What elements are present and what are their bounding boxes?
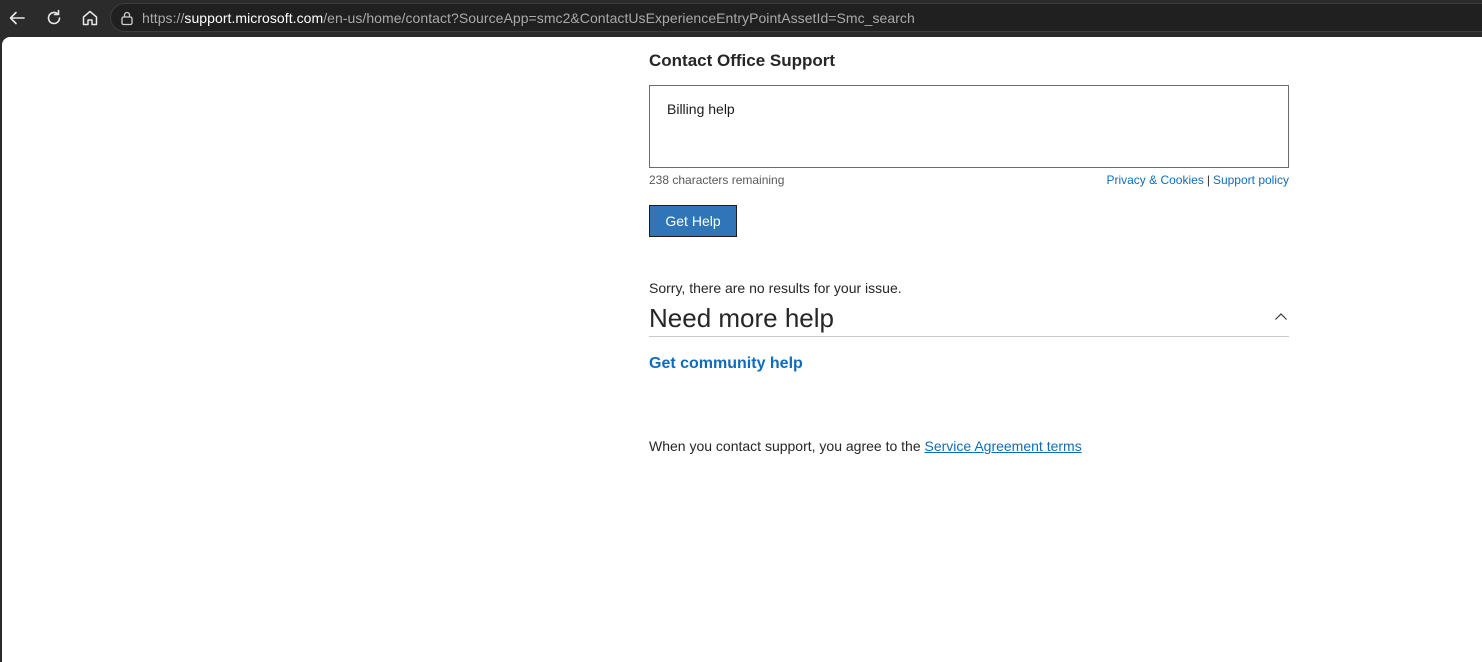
get-help-button[interactable]: Get Help: [649, 205, 737, 237]
need-more-help-title: Need more help: [649, 303, 834, 333]
no-results-message: Sorry, there are no results for your iss…: [649, 280, 902, 296]
url-host: support.microsoft.com: [184, 10, 324, 26]
back-button[interactable]: [4, 5, 30, 31]
issue-textbox[interactable]: Billing help: [649, 85, 1289, 168]
community-help-link[interactable]: Get community help: [649, 355, 803, 373]
service-agreement-notice: When you contact support, you agree to t…: [649, 438, 1082, 454]
address-bar[interactable]: https://support.microsoft.com/en-us/home…: [110, 3, 1482, 32]
home-button[interactable]: [77, 5, 103, 31]
page-title: Contact Office Support: [649, 51, 836, 70]
policy-links: Privacy & Cookies | Support policy: [1106, 173, 1289, 187]
support-policy-link[interactable]: Support policy: [1213, 173, 1289, 187]
privacy-cookies-link[interactable]: Privacy & Cookies: [1106, 173, 1203, 187]
need-more-help-section[interactable]: Need more help: [649, 303, 1289, 337]
url-scheme: https://: [142, 10, 185, 26]
back-arrow-icon: [9, 11, 25, 25]
service-agreement-link[interactable]: Service Agreement terms: [925, 438, 1082, 454]
issue-text: Billing help: [667, 101, 735, 117]
refresh-icon: [47, 9, 61, 25]
link-separator: |: [1206, 173, 1210, 187]
characters-remaining: 238 characters remaining: [649, 173, 785, 187]
url-path: /en-us/home/contact?SourceApp=smc2&Conta…: [323, 10, 915, 26]
page-viewport: Contact Office Support Billing help 238 …: [2, 37, 1482, 662]
home-icon: [82, 10, 98, 26]
chevron-up-icon[interactable]: [1274, 312, 1288, 321]
browser-toolbar: https://support.microsoft.com/en-us/home…: [0, 0, 1482, 36]
refresh-button[interactable]: [41, 5, 67, 31]
lock-icon[interactable]: [120, 10, 134, 26]
agreement-text: When you contact support, you agree to t…: [649, 438, 925, 454]
address-url: https://support.microsoft.com/en-us/home…: [142, 10, 915, 26]
